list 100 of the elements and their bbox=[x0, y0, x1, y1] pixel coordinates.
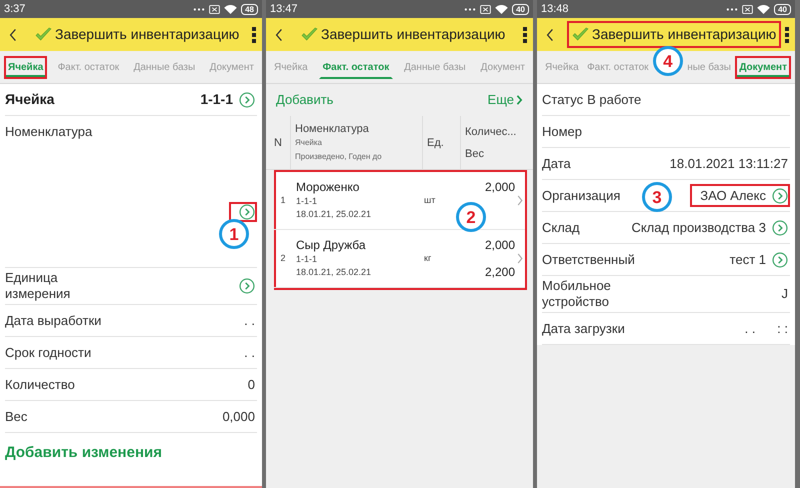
more-menu-icon bbox=[252, 26, 256, 42]
back-icon bbox=[8, 26, 18, 42]
item-cell-text: 1-1-1 bbox=[296, 195, 318, 208]
field-label: Ответственный bbox=[542, 250, 635, 269]
callout-number: 2 bbox=[456, 202, 486, 232]
add-button[interactable]: Добавить bbox=[276, 90, 334, 110]
chevron-right-icon bbox=[516, 95, 523, 105]
chevron-right-icon bbox=[517, 195, 523, 206]
chevron-circle-icon[interactable] bbox=[772, 188, 788, 204]
column-header-text: Ячейка bbox=[295, 136, 323, 148]
field-value: Склад производства 3 bbox=[631, 218, 766, 237]
back-icon bbox=[545, 26, 555, 42]
field-label: Единица измерения bbox=[5, 270, 72, 302]
item-quantity: 2,000 bbox=[484, 237, 515, 254]
dots-icon bbox=[464, 6, 476, 12]
field-value: . . bbox=[244, 344, 255, 362]
item-name: Мороженко bbox=[296, 180, 360, 195]
column-header-text: Ед. bbox=[427, 136, 445, 150]
column-header-text: Номенклатура bbox=[295, 122, 370, 136]
field-value: тест 1 bbox=[730, 250, 766, 269]
tab[interactable]: ные базы bbox=[683, 56, 735, 78]
clock-time: 13:47 bbox=[270, 2, 298, 17]
tab[interactable]: Факт. остаток bbox=[54, 56, 124, 78]
tab[interactable]: Данные базы bbox=[400, 56, 470, 78]
chevron-circle-icon[interactable] bbox=[772, 252, 788, 268]
window-title: Завершить инвентаризацию bbox=[592, 25, 776, 44]
wifi-icon bbox=[495, 4, 508, 14]
item-dates: 18.01.21, 25.02.21 bbox=[296, 208, 372, 221]
dots-icon bbox=[193, 6, 206, 12]
tab[interactable]: Документ bbox=[206, 56, 258, 78]
callout-number: 3 bbox=[642, 182, 672, 212]
chevron-right-icon bbox=[517, 253, 523, 264]
item-weight: 2,200 bbox=[484, 264, 515, 281]
item-cell-text: 1-1-1 bbox=[296, 253, 318, 266]
field-label: Статус bbox=[542, 90, 584, 109]
clock-time: 3:37 bbox=[4, 2, 26, 17]
field-value: J bbox=[782, 285, 788, 304]
checkmark-icon bbox=[572, 27, 589, 42]
tab[interactable]: Факт. остаток bbox=[583, 56, 653, 78]
back-icon bbox=[274, 26, 284, 42]
row-number: 1 bbox=[279, 194, 286, 207]
tab[interactable]: Документ bbox=[735, 56, 791, 78]
battery-indicator: 40 bbox=[774, 4, 791, 14]
field-value: . . : : bbox=[744, 320, 788, 338]
field-value: 18.01.2021 13:11:27 bbox=[670, 154, 788, 173]
column-header-text: Количес... bbox=[465, 124, 518, 138]
chevron-circle-icon[interactable] bbox=[239, 278, 255, 294]
field-value: В работе bbox=[587, 90, 642, 109]
window-title: Завершить инвентаризацию bbox=[55, 25, 240, 44]
field-label: Организация bbox=[542, 186, 620, 205]
item-unit: шт bbox=[424, 194, 436, 207]
chevron-circle-icon[interactable] bbox=[772, 220, 788, 236]
field-label: Ячейка bbox=[5, 90, 54, 109]
column-header-text: N bbox=[274, 136, 282, 150]
chevron-circle-icon[interactable] bbox=[239, 204, 255, 220]
field-label: Вес bbox=[5, 408, 28, 426]
tab[interactable]: Ячейка bbox=[541, 56, 583, 78]
field-label: Срок годности bbox=[5, 344, 92, 362]
callout-number: 1 bbox=[219, 219, 249, 249]
field-label: Номер bbox=[542, 122, 582, 141]
chevron-circle-icon[interactable] bbox=[239, 92, 255, 108]
item-dates: 18.01.21, 25.02.21 bbox=[296, 266, 372, 279]
tab[interactable]: Ячейка bbox=[4, 56, 48, 78]
field-label: Мобильное устройство bbox=[542, 278, 612, 310]
tab[interactable]: Ячейка bbox=[270, 56, 312, 78]
field-label: Дата выработки bbox=[5, 312, 102, 330]
more-menu-icon bbox=[523, 26, 527, 42]
sim-card-icon bbox=[480, 4, 492, 14]
sim-card-icon bbox=[742, 4, 754, 14]
callout-number: 4 bbox=[652, 46, 683, 76]
field-label: Дата bbox=[542, 154, 571, 173]
tab[interactable]: Данные базы bbox=[130, 56, 200, 78]
field-value: 0 bbox=[248, 376, 255, 394]
field-value: ЗАО Алекс bbox=[700, 186, 766, 205]
window-title: Завершить инвентаризацию bbox=[321, 25, 506, 44]
wifi-icon bbox=[757, 4, 770, 14]
column-header-text: Произведено, Годен до bbox=[295, 150, 383, 163]
tab[interactable]: Документ bbox=[476, 56, 529, 78]
column-header-text: Вес bbox=[465, 146, 485, 160]
field-value: 1-1-1 bbox=[200, 90, 233, 109]
dots-icon bbox=[726, 6, 738, 12]
field-value: . . bbox=[244, 312, 255, 330]
sim-card-icon bbox=[209, 4, 220, 14]
item-name: Сыр Дружба bbox=[296, 238, 367, 253]
field-label: Дата загрузки bbox=[542, 320, 625, 338]
tab[interactable]: Факт. остаток bbox=[318, 56, 394, 78]
checkmark-icon bbox=[301, 27, 318, 42]
wifi-icon bbox=[224, 4, 238, 14]
battery-indicator: 40 bbox=[512, 4, 529, 14]
item-unit: кг bbox=[424, 252, 432, 265]
row-number: 2 bbox=[279, 252, 286, 265]
clock-time: 13:48 bbox=[541, 2, 569, 17]
item-quantity: 2,000 bbox=[484, 179, 515, 196]
checkmark-icon bbox=[35, 27, 52, 42]
battery-indicator: 48 bbox=[241, 4, 258, 14]
field-value: 0,000 bbox=[222, 408, 255, 426]
more-button[interactable]: Еще bbox=[488, 90, 523, 110]
more-menu-icon bbox=[785, 26, 789, 42]
field-label: Номенклатура bbox=[5, 123, 94, 141]
field-label: Количество bbox=[5, 376, 75, 394]
